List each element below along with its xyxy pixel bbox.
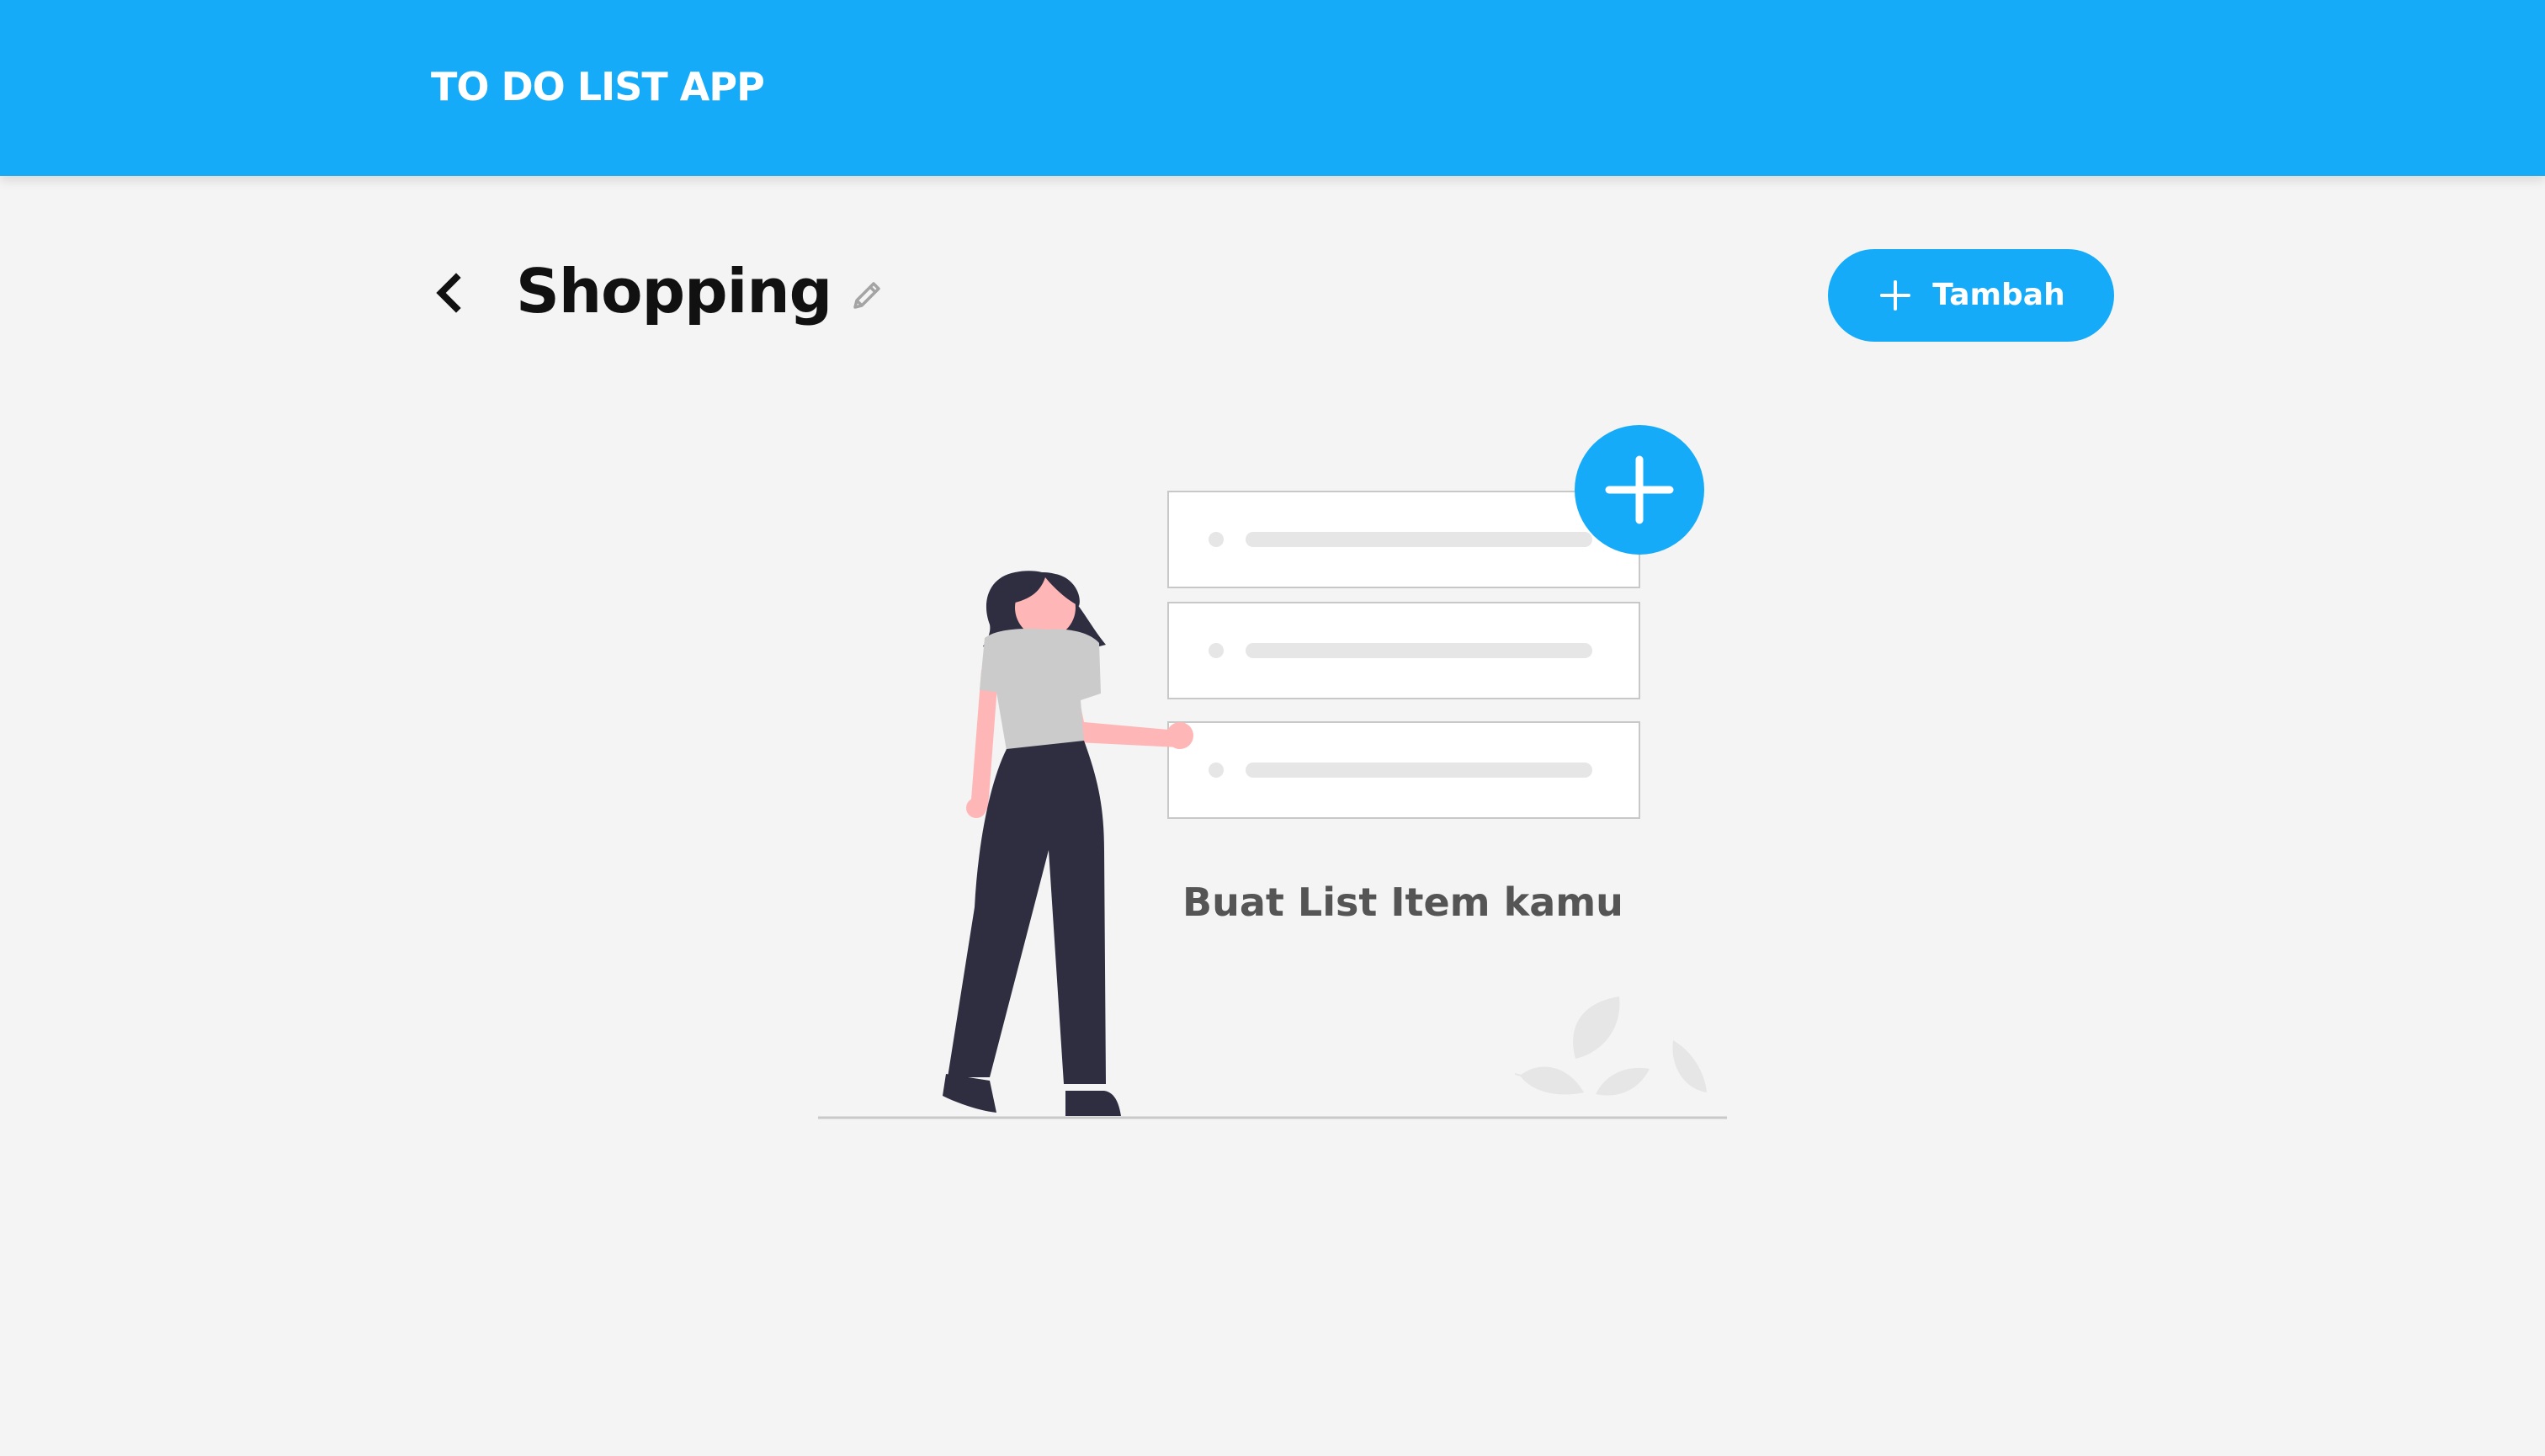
- woman-figure: [943, 571, 1193, 1116]
- empty-state-message: Buat List Item kamu: [1182, 879, 1623, 925]
- edit-title-button[interactable]: [847, 275, 887, 316]
- empty-state-illustration[interactable]: [808, 412, 1734, 1136]
- list-card-3: [1167, 721, 1640, 819]
- chevron-left-icon: [436, 273, 461, 313]
- add-item-button[interactable]: Tambah: [1828, 249, 2114, 342]
- app-header: TO DO LIST APP: [0, 0, 2545, 176]
- list-card-1: [1167, 491, 1640, 588]
- plus-icon: [1880, 280, 1911, 311]
- activity-title[interactable]: Shopping: [516, 251, 832, 332]
- list-card-2: [1167, 602, 1640, 699]
- leaves-decoration: [1514, 996, 1707, 1096]
- app-title: TO DO LIST APP: [431, 64, 765, 109]
- back-button[interactable]: [422, 266, 476, 320]
- add-circle-icon: [1575, 425, 1704, 555]
- add-item-label: Tambah: [1932, 278, 2065, 312]
- pencil-icon: [853, 282, 880, 309]
